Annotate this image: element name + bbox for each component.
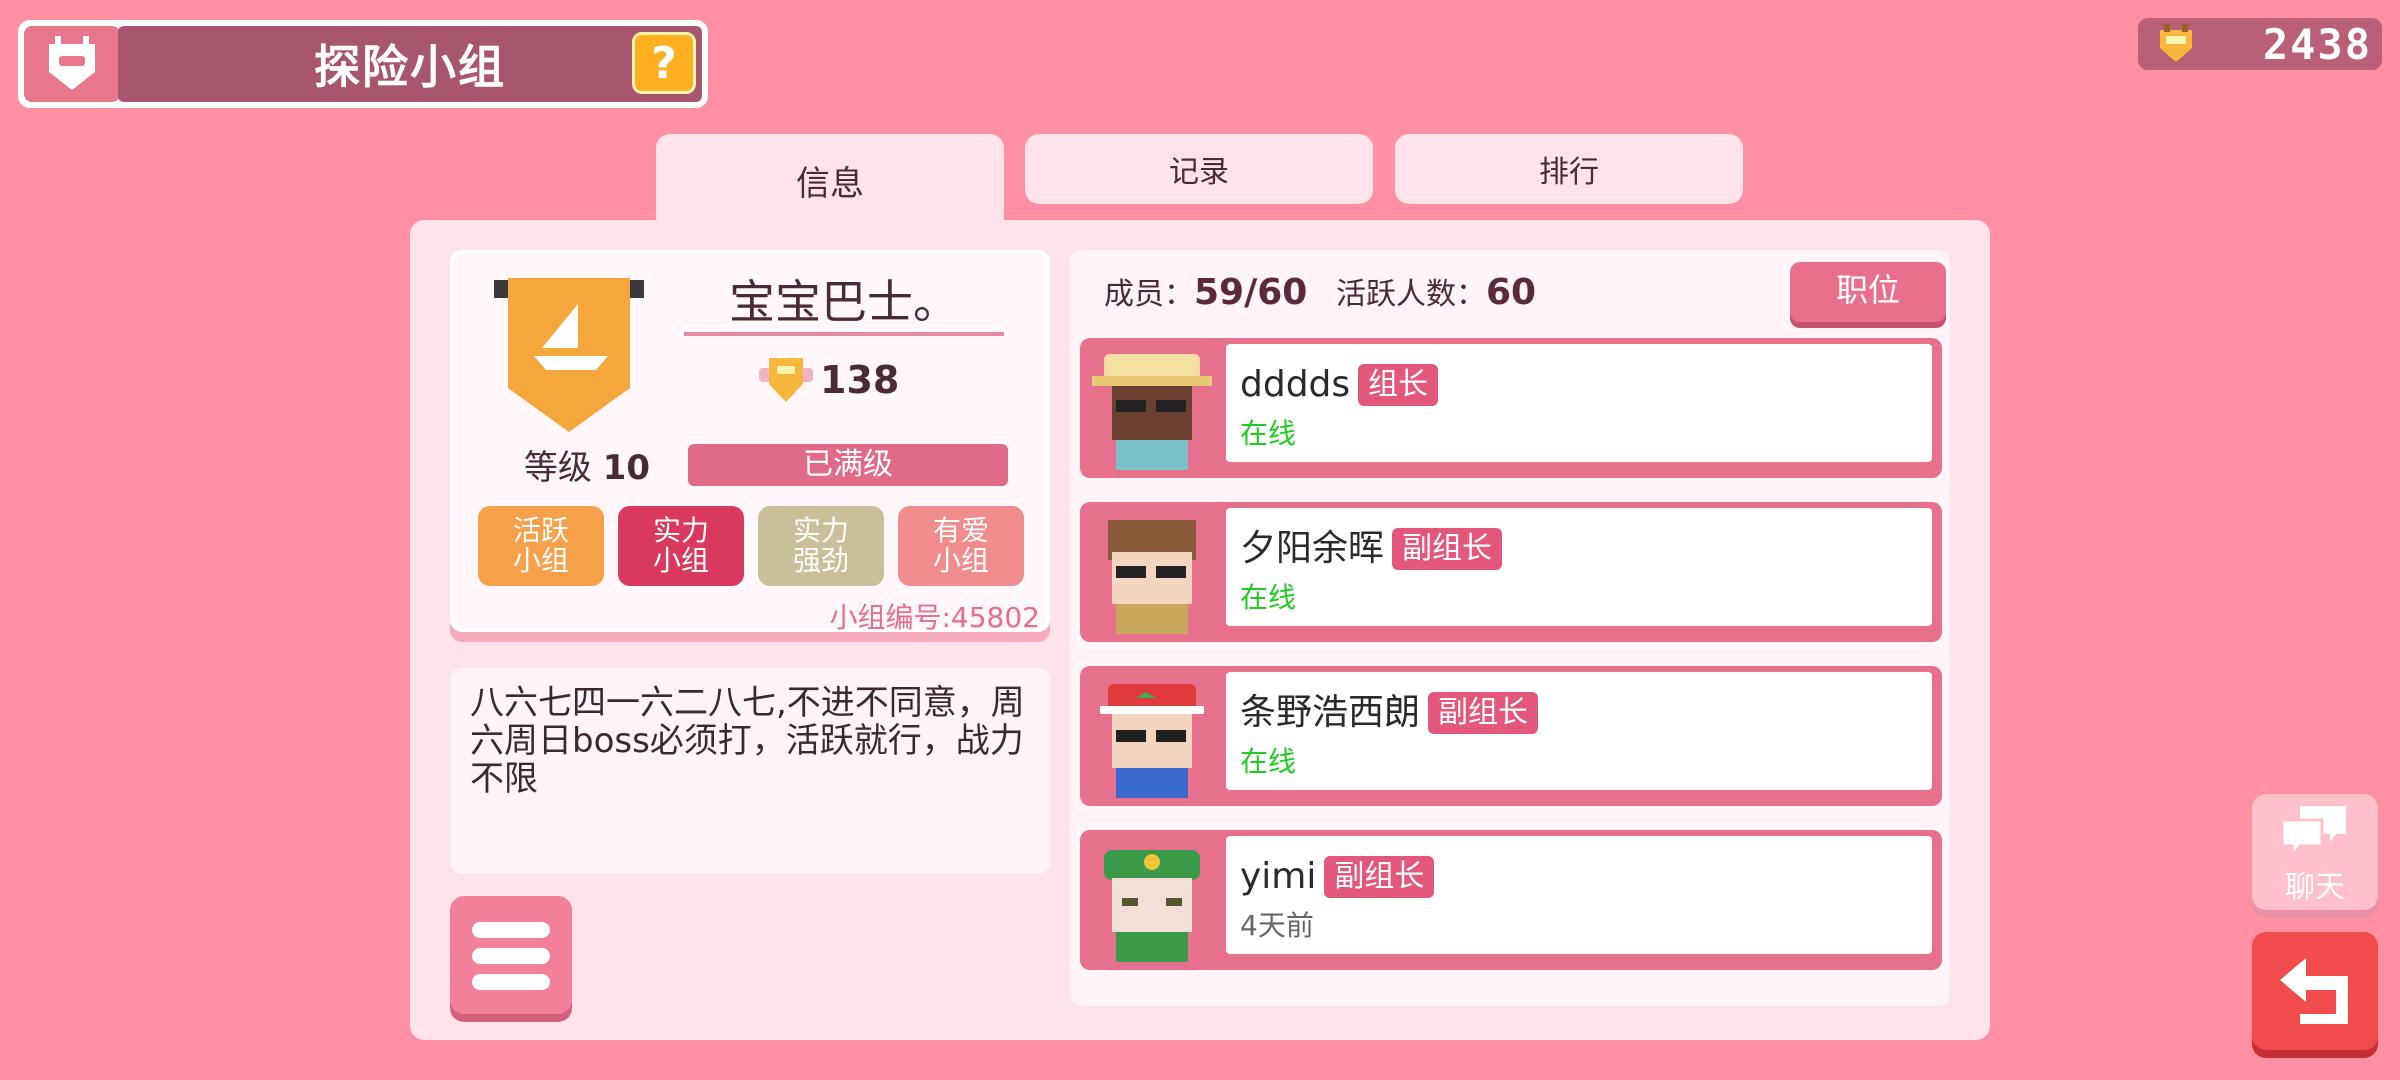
group-emblem-icon (494, 274, 644, 434)
member-status: 在线 (1240, 581, 1297, 614)
member-row[interactable]: yimi 副组长 4天前 (1080, 830, 1942, 970)
member-avatar (1086, 840, 1218, 962)
back-button[interactable] (2252, 932, 2378, 1050)
menu-button[interactable] (450, 896, 572, 1014)
coin-value: 2438 (2262, 20, 2372, 69)
group-id-label: 小组编号: (829, 601, 951, 634)
group-tag-active: 活跃 小组 (478, 506, 604, 586)
member-row[interactable]: 夕阳余晖 副组长 在线 (1080, 502, 1942, 642)
page-title: 探险小组 (314, 40, 506, 94)
group-level: 等级 10 (482, 444, 692, 492)
member-info: 条野浩西朗 副组长 在线 (1226, 672, 1932, 790)
back-arrow-icon (2276, 954, 2354, 1030)
group-id: 小组编号:45802 (754, 596, 1040, 634)
chat-bubbles-icon (2280, 804, 2350, 864)
group-id-value: 45802 (950, 601, 1040, 634)
member-name-line: yimi 副组长 (1240, 852, 1435, 902)
menu-line-icon (472, 974, 550, 990)
group-description: 八六七四一六二八七,不进不同意，周六周日boss必须打，活跃就行，战力不限 (450, 668, 1050, 874)
group-tag-powerful: 实力 强劲 (758, 506, 884, 586)
member-name: yimi (1240, 856, 1317, 897)
coin-icon (2154, 22, 2198, 66)
trophy-badge-icon (757, 354, 815, 406)
group-name: 宝宝巴士。 (684, 272, 1004, 336)
role-button[interactable]: 职位 (1790, 262, 1946, 322)
level-label: 等级 (523, 448, 592, 488)
menu-line-icon (472, 922, 550, 938)
chat-label: 聊天 (2285, 870, 2345, 905)
member-name-line: 条野浩西朗 副组长 (1240, 688, 1539, 738)
member-role-badge: 副组长 (1392, 528, 1503, 570)
member-row[interactable]: 条野浩西朗 副组长 在线 (1080, 666, 1942, 806)
group-tag-friendly: 有爱 小组 (898, 506, 1024, 586)
menu-line-icon (472, 948, 550, 964)
member-info: dddds 组长 在线 (1226, 344, 1932, 462)
member-status: 在线 (1240, 417, 1297, 450)
header-title-bar: 探险小组 ? (118, 26, 702, 102)
member-row[interactable]: dddds 组长 在线 (1080, 338, 1942, 478)
member-role-badge: 副组长 (1428, 692, 1539, 734)
tab-record[interactable]: 记录 (1025, 134, 1373, 204)
member-avatar (1086, 348, 1218, 470)
chat-button[interactable]: 聊天 (2252, 794, 2378, 910)
member-count-value: 59/60 (1194, 272, 1308, 313)
member-status: 在线 (1240, 745, 1297, 778)
group-card: 宝宝巴士。 138 等级 10 已满级 活跃 小组 实力 小组 实力 强劲 有爱… (450, 250, 1050, 634)
max-level-bar: 已满级 (688, 444, 1008, 486)
member-name: 条野浩西朗 (1240, 692, 1421, 733)
member-info: yimi 副组长 4天前 (1226, 836, 1932, 954)
coin-balance: 2438 (2138, 18, 2382, 70)
group-header: 探险小组 ? (18, 20, 708, 108)
member-name: 夕阳余晖 (1240, 528, 1385, 569)
member-summary: 成员：59/60 活跃人数：60 (1104, 268, 1704, 318)
active-count-value: 60 (1485, 272, 1537, 313)
member-name-line: dddds 组长 (1240, 360, 1439, 410)
level-value: 10 (602, 448, 651, 488)
active-count-label: 活跃人数： (1335, 277, 1486, 312)
member-status: 4天前 (1240, 909, 1314, 942)
member-role-badge: 组长 (1358, 364, 1439, 406)
member-avatar (1086, 512, 1218, 634)
tab-info[interactable]: 信息 (656, 134, 1004, 226)
member-name-line: 夕阳余晖 副组长 (1240, 524, 1503, 574)
member-name: dddds (1240, 364, 1351, 405)
help-button[interactable]: ? (632, 32, 696, 94)
group-tag-strength: 实力 小组 (618, 506, 744, 586)
member-count-label: 成员： (1104, 277, 1194, 312)
tab-rank[interactable]: 排行 (1395, 134, 1743, 204)
group-score: 138 (820, 358, 900, 402)
member-avatar (1086, 676, 1218, 798)
member-role-badge: 副组长 (1324, 856, 1435, 898)
member-info: 夕阳余晖 副组长 在线 (1226, 508, 1932, 626)
members-panel: 成员：59/60 活跃人数：60 职位 dddds 组长 在线 夕阳余晖 副组长… (1070, 250, 1950, 1006)
group-logo-icon (24, 26, 120, 102)
main-panel: 宝宝巴士。 138 等级 10 已满级 活跃 小组 实力 小组 实力 强劲 有爱… (410, 220, 1990, 1040)
